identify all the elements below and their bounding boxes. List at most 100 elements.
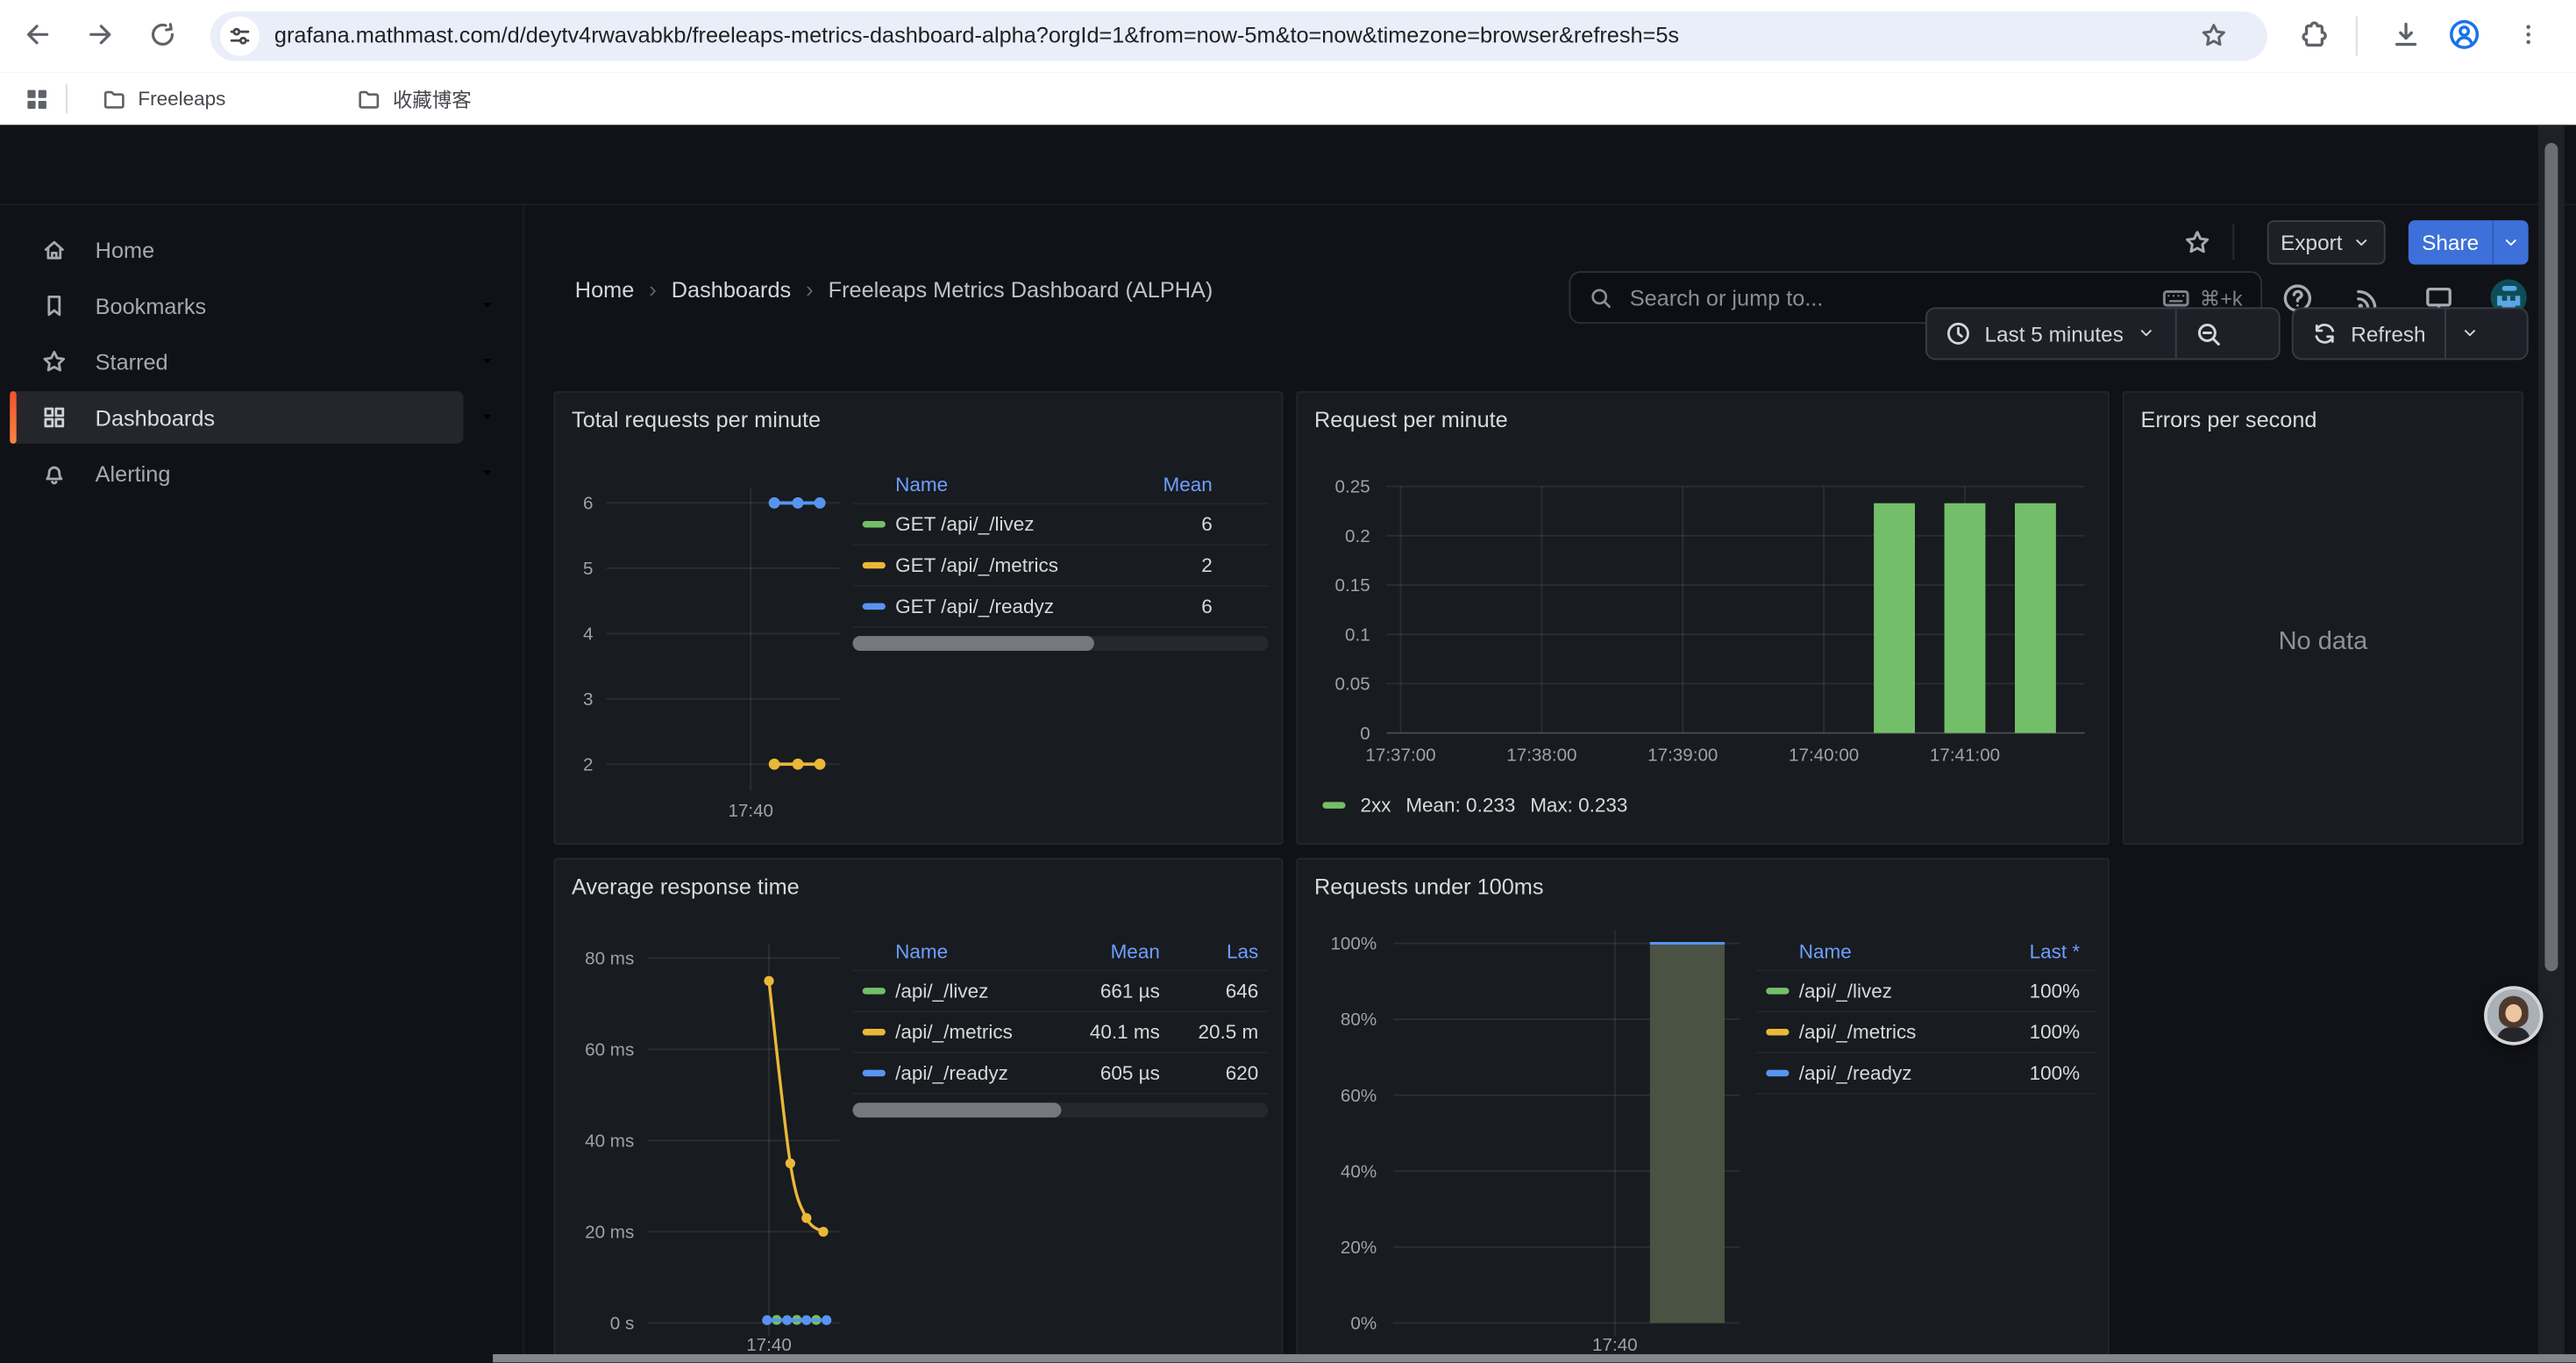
svg-text:60 ms: 60 ms <box>585 1039 634 1060</box>
star-icon <box>41 348 68 375</box>
series-name[interactable]: /api/_/livez <box>1799 980 1995 1003</box>
chevron-down-icon <box>2137 324 2156 343</box>
series-name[interactable]: /api/_/metrics <box>895 1021 1057 1044</box>
series-name[interactable]: /api/_/readyz <box>895 1061 1057 1084</box>
vertical-scrollbar[interactable] <box>2538 125 2565 1362</box>
series-name[interactable]: GET /api/_/readyz <box>895 595 1121 617</box>
export-button[interactable]: Export <box>2267 220 2386 265</box>
profile-icon[interactable] <box>2441 11 2487 57</box>
breadcrumb-item[interactable]: Home <box>575 277 634 302</box>
series-value: 605 µs <box>1058 1061 1160 1084</box>
svg-text:17:38:00: 17:38:00 <box>1506 746 1576 766</box>
breadcrumb-item[interactable]: Dashboards <box>672 277 791 302</box>
series-name[interactable]: /api/_/livez <box>895 980 1057 1003</box>
apps-grid-icon[interactable] <box>13 75 59 121</box>
site-settings-icon[interactable] <box>220 17 260 56</box>
svg-text:17:39:00: 17:39:00 <box>1647 746 1718 766</box>
sidebar-item-button[interactable]: Bookmarks <box>10 280 463 332</box>
legend-row[interactable]: /api/_/metrics100% <box>1756 1012 2096 1053</box>
chart-total-requests-per-minute[interactable]: 6543217:40 <box>560 465 850 836</box>
sidebar-item-label: Home <box>96 238 154 262</box>
series-name[interactable]: GET /api/_/livez <box>895 513 1121 536</box>
back-icon[interactable] <box>15 11 60 57</box>
chevron-down-icon[interactable] <box>2492 220 2528 265</box>
zoom-out-button[interactable] <box>2176 309 2240 358</box>
legend-header[interactable]: Mean <box>1058 939 1160 962</box>
legend-row[interactable]: GET /api/_/livez6 <box>852 504 1268 546</box>
legend-header[interactable]: Name <box>1799 939 1995 962</box>
legend-header[interactable]: Name <box>895 939 1057 962</box>
assistant-avatar[interactable] <box>2484 986 2543 1045</box>
panel-title[interactable]: Average response time <box>572 874 800 899</box>
legend-header[interactable]: Name <box>895 473 1121 496</box>
downloads-icon[interactable] <box>2382 11 2428 57</box>
legend-row[interactable]: /api/_/livez661 µs646 <box>852 971 1268 1012</box>
horizontal-scrollbar[interactable] <box>493 1354 2576 1362</box>
legend-scrollbar[interactable] <box>852 1103 1268 1117</box>
legend-row[interactable]: /api/_/readyz605 µs620 <box>852 1053 1268 1095</box>
reload-icon[interactable] <box>139 11 185 57</box>
time-range-picker[interactable]: Last 5 minutes <box>1927 309 2174 358</box>
sidebar-item-button[interactable]: Alerting <box>10 447 463 500</box>
svg-text:20%: 20% <box>1341 1238 1377 1258</box>
share-button[interactable]: Share <box>2409 220 2529 265</box>
legend-row[interactable]: /api/_/readyz100% <box>1756 1053 2096 1095</box>
svg-text:0: 0 <box>1360 724 1370 744</box>
legend-row[interactable]: /api/_/livez100% <box>1756 971 2096 1012</box>
clock-icon <box>1945 320 1971 346</box>
legend-scrollbar[interactable] <box>852 636 1268 651</box>
legend-header-row: NameMeanLas <box>852 931 1268 971</box>
panel-average-response-time: Average response time 80 ms60 ms40 ms20 … <box>553 858 1283 1362</box>
panel-title[interactable]: Errors per second <box>2140 408 2316 432</box>
svg-text:80 ms: 80 ms <box>585 949 634 969</box>
svg-text:17:41:00: 17:41:00 <box>1930 746 2000 766</box>
series-name[interactable]: GET /api/_/metrics <box>895 553 1121 576</box>
url-text[interactable]: grafana.mathmast.com/d/deytv4rwavabkb/fr… <box>274 11 2196 61</box>
refresh-interval-dropdown[interactable] <box>2445 309 2494 358</box>
browser-menu-kebab-icon[interactable] <box>2505 11 2551 57</box>
sidebar-item-button[interactable]: Dashboards <box>10 391 463 444</box>
refresh-button[interactable]: Refresh <box>2294 309 2444 358</box>
chevron-down-icon[interactable] <box>463 447 512 500</box>
sidebar-item-button[interactable]: Starred <box>10 335 463 388</box>
forward-icon[interactable] <box>77 11 123 57</box>
legend-table: NameLast */api/_/livez100%/api/_/metrics… <box>1756 931 2096 1094</box>
legend-header[interactable]: Mean <box>1121 473 1213 496</box>
sidebar-item-button[interactable]: Home <box>10 224 463 276</box>
screen: grafana.mathmast.com/d/deytv4rwavabkb/fr… <box>0 0 2576 1362</box>
chart-request-per-minute[interactable]: 0.250.20.150.10.05017:37:0017:38:0017:39… <box>1307 465 2099 787</box>
svg-text:17:40:00: 17:40:00 <box>1789 746 1859 766</box>
series-value: 661 µs <box>1058 980 1160 1003</box>
legend-header[interactable]: Last * <box>1995 939 2080 962</box>
bookmark-item[interactable]: Freeleaps <box>89 79 238 118</box>
bookmark-item[interactable]: 收藏博客 <box>344 79 485 118</box>
bell-icon <box>41 460 68 487</box>
extensions-icon[interactable] <box>2288 11 2334 57</box>
legend-row[interactable]: /api/_/metrics40.1 ms20.5 m <box>852 1012 1268 1053</box>
favorite-dashboard-star-icon[interactable] <box>2177 222 2217 261</box>
panel-title[interactable]: Total requests per minute <box>572 408 821 432</box>
chevron-down-icon[interactable] <box>463 280 512 332</box>
address-bar[interactable]: grafana.mathmast.com/d/deytv4rwavabkb/fr… <box>210 11 2267 61</box>
legend-scrollbar-thumb[interactable] <box>852 636 1093 651</box>
series-name[interactable]: /api/_/readyz <box>1799 1061 1995 1084</box>
legend-row[interactable]: GET /api/_/metrics2 <box>852 546 1268 587</box>
svg-text:17:40: 17:40 <box>1592 1335 1638 1355</box>
svg-text:17:40: 17:40 <box>728 801 773 821</box>
legend-scrollbar-thumb[interactable] <box>852 1103 1060 1117</box>
chart-requests-under-100ms[interactable]: 100%80%60%40%20%0%17:40 <box>1307 922 1783 1362</box>
bookmark-page-star-icon[interactable] <box>2200 21 2228 49</box>
panel-title[interactable]: Request per minute <box>1314 408 1508 432</box>
chart-average-response-time[interactable]: 80 ms60 ms40 ms20 ms0 s17:40 <box>560 922 850 1362</box>
folder-icon <box>357 86 381 111</box>
legend-header[interactable]: Las <box>1160 939 1258 962</box>
legend-row[interactable]: GET /api/_/readyz6 <box>852 587 1268 628</box>
chevron-down-icon[interactable] <box>463 335 512 388</box>
panel-title[interactable]: Requests under 100ms <box>1314 874 1544 899</box>
series-color-chip <box>1766 1070 1789 1076</box>
series-name[interactable]: /api/_/metrics <box>1799 1021 1995 1044</box>
legend[interactable]: 2xx Mean: 0.233 Max: 0.233 <box>1322 794 1627 817</box>
chevron-down-icon[interactable] <box>463 391 512 444</box>
breadcrumb: Home›Dashboards›Freeleaps Metrics Dashbo… <box>575 271 1213 307</box>
scrollbar-thumb[interactable] <box>2544 143 2558 971</box>
